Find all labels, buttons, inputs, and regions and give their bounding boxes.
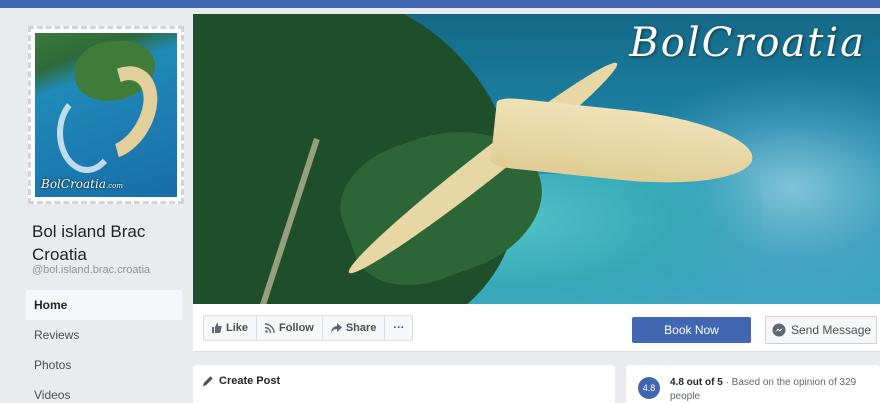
create-post-label: Create Post xyxy=(219,375,281,387)
like-button[interactable]: Like xyxy=(204,316,258,340)
rating-score[interactable]: 4.8 out of 5 xyxy=(670,377,723,388)
rss-icon xyxy=(265,323,275,333)
send-message-label: Send Message xyxy=(791,323,872,337)
rating-summary: 4.8 out of 5 · Based on the opinion of 3… xyxy=(670,376,876,403)
rating-badge: 4.8 xyxy=(638,377,660,399)
nav-item-reviews[interactable]: Reviews xyxy=(26,320,182,350)
create-post-header: Create Post xyxy=(203,375,280,387)
profile-logo-text: BolCroatia.com xyxy=(41,177,123,191)
messenger-icon xyxy=(772,323,786,337)
cover-photo[interactable]: BolCroatia xyxy=(193,14,880,304)
pencil-icon xyxy=(203,376,213,386)
send-message-button[interactable]: Send Message xyxy=(765,316,877,344)
thumbs-up-icon xyxy=(212,323,222,333)
page-handle[interactable]: @bol.island.brac.croatia xyxy=(32,264,150,276)
share-arrow-icon xyxy=(330,323,342,333)
like-label: Like xyxy=(226,322,249,334)
page-nav: Home Reviews Photos Videos xyxy=(26,290,182,403)
share-button[interactable]: Share xyxy=(323,316,386,340)
action-bar: Like Follow Share ··· Book Now Send Mess… xyxy=(193,304,880,352)
book-now-button[interactable]: Book Now xyxy=(632,317,751,343)
create-post-card[interactable]: Create Post xyxy=(193,365,615,403)
nav-item-photos[interactable]: Photos xyxy=(26,350,182,380)
nav-item-home[interactable]: Home xyxy=(26,290,182,320)
top-bar xyxy=(0,0,880,8)
page-title: Bol island Brac Croatia xyxy=(32,222,146,264)
cover-title: BolCroatia xyxy=(629,20,866,66)
profile-wave-foam xyxy=(57,93,117,173)
more-dots-icon: ··· xyxy=(393,322,405,334)
more-options-button[interactable]: ··· xyxy=(385,316,412,340)
follow-button[interactable]: Follow xyxy=(257,316,323,340)
profile-picture-image: BolCroatia.com xyxy=(35,33,177,197)
action-button-group: Like Follow Share ··· xyxy=(203,315,414,341)
profile-picture[interactable]: BolCroatia.com xyxy=(28,26,184,204)
follow-label: Follow xyxy=(279,322,314,334)
nav-item-videos[interactable]: Videos xyxy=(26,380,182,403)
share-label: Share xyxy=(345,322,377,334)
left-column: BolCroatia.com Bol island Brac Croatia @… xyxy=(0,8,192,403)
rating-card: 4.8 4.8 out of 5 · Based on the opinion … xyxy=(626,365,880,403)
